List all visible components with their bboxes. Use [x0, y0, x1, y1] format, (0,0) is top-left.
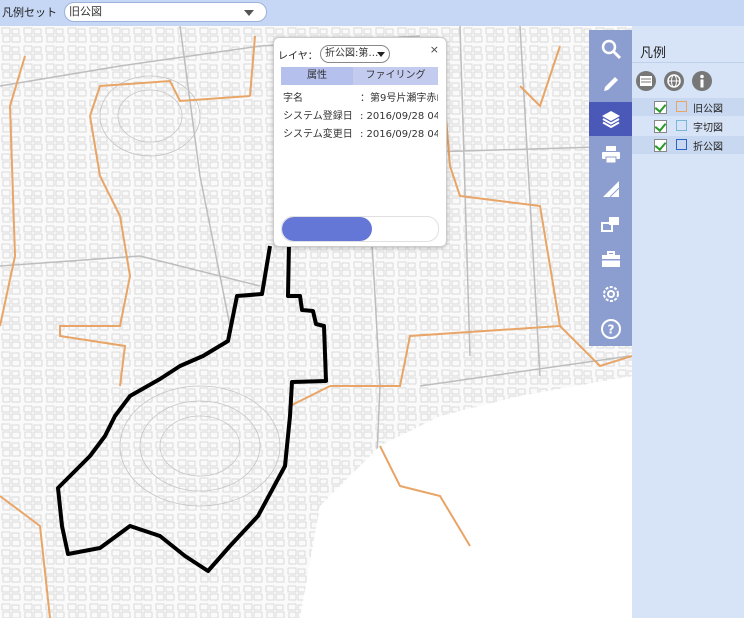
search-tool[interactable]: [589, 32, 632, 66]
legend-swatch: [676, 120, 687, 131]
attribute-row: 字名 ：第9号片瀬字赤山1: [281, 90, 438, 108]
legend-item-label: 旧公図: [693, 104, 723, 115]
legend-swatch: [676, 101, 687, 112]
attribute-value: ：第9号片瀬字赤山1: [360, 93, 438, 104]
layers-icon: [601, 111, 620, 129]
search-icon: [601, 39, 621, 60]
ruler-icon: [602, 181, 619, 198]
legend-item-label: 字切図: [693, 123, 723, 134]
top-bar: 凡例セット 旧公図: [0, 0, 744, 26]
globe-icon[interactable]: [664, 71, 684, 91]
legend-set-select[interactable]: 旧公図: [64, 2, 267, 22]
checkbox[interactable]: [654, 139, 667, 152]
measure-tool[interactable]: [589, 172, 632, 206]
chevron-down-icon: [377, 52, 385, 57]
layer-select-value: 折公図:第…: [325, 48, 379, 59]
legend-panel: 凡例 旧公図 字切図 折公図: [632, 26, 744, 618]
layer-select[interactable]: 折公図:第…: [320, 45, 390, 63]
legend-swatch: [676, 139, 687, 150]
print-tool[interactable]: [589, 137, 632, 171]
help-icon: ?: [600, 319, 621, 339]
gear-icon: [602, 286, 619, 302]
attribute-popup: レイヤ： 折公図:第… × 属性 ファイリング 字名 ：第9号片瀬字赤山1 シス…: [273, 37, 447, 247]
info-icon[interactable]: [692, 71, 712, 91]
windows-icon: [600, 217, 619, 232]
legend-item-fold-map[interactable]: 折公図: [632, 136, 744, 154]
help-tool[interactable]: ?: [589, 312, 632, 346]
checkbox[interactable]: [654, 101, 667, 114]
toolbox-tool[interactable]: [589, 242, 632, 276]
layer-label: レイヤ：: [278, 51, 318, 62]
map-toolbar: ?: [589, 30, 632, 346]
printer-icon: [601, 146, 620, 164]
pencil-icon: [603, 77, 618, 91]
window-tool[interactable]: [589, 207, 632, 241]
attribute-key: 字名: [283, 93, 303, 104]
draw-tool[interactable]: [589, 67, 632, 101]
tab-attributes[interactable]: 属性: [281, 67, 353, 85]
legend-set-value: 旧公図: [69, 5, 102, 18]
attribute-key: システム変更日: [283, 129, 353, 140]
toolbox-icon: [601, 251, 620, 267]
attribute-value: : 2016/09/28 04:: [360, 111, 438, 122]
popup-tabs: 属性 ファイリング: [281, 67, 438, 85]
checkbox[interactable]: [654, 120, 667, 133]
layers-tool[interactable]: [589, 102, 632, 136]
tab-filing[interactable]: ファイリング: [353, 67, 438, 85]
close-button[interactable]: ×: [430, 43, 439, 56]
legend-title: 凡例: [640, 46, 667, 61]
legend-item-aza-map[interactable]: 字切図: [632, 117, 744, 135]
horizontal-scrollbar[interactable]: [281, 216, 439, 242]
chevron-down-icon: [244, 10, 254, 16]
scrollbar-thumb[interactable]: [282, 217, 373, 241]
attribute-list: 字名 ：第9号片瀬字赤山1 システム登録日 : 2016/09/28 04: シ…: [281, 90, 438, 144]
attribute-value: : 2016/09/28 04:: [360, 129, 438, 140]
legend-set-label: 凡例セット: [2, 6, 57, 19]
list-icon[interactable]: [636, 71, 656, 91]
attribute-row: システム登録日 : 2016/09/28 04:: [281, 108, 438, 126]
attribute-row: システム変更日 : 2016/09/28 04:: [281, 126, 438, 144]
settings-tool[interactable]: [589, 277, 632, 311]
legend-item-label: 折公図: [693, 142, 723, 153]
legend-item-old-map[interactable]: 旧公図: [632, 98, 744, 116]
attribute-key: システム登録日: [283, 111, 353, 122]
svg-text:?: ?: [607, 323, 614, 337]
divider: [632, 62, 744, 63]
